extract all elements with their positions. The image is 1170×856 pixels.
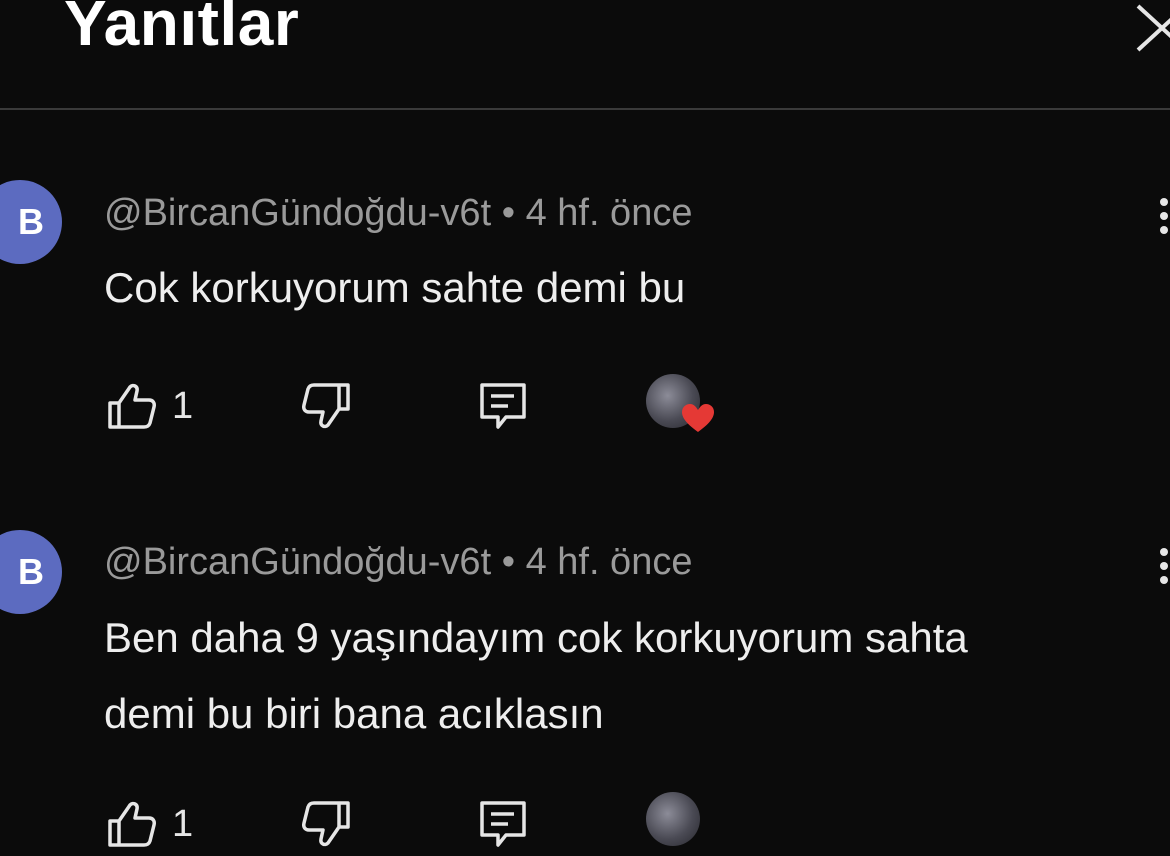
comment-time: 4 hf. önce: [525, 541, 693, 583]
more-vert-icon: [1152, 548, 1170, 584]
avatar[interactable]: B: [0, 180, 62, 264]
thumbs-down-icon: [302, 801, 350, 847]
like-button[interactable]: 1: [104, 796, 193, 852]
reply-icon: [480, 801, 526, 847]
author-name[interactable]: @BircanGündoğdu-v6t: [104, 192, 491, 234]
creator-heart: [646, 792, 706, 852]
reply-button[interactable]: [476, 378, 530, 434]
close-button[interactable]: [1130, 0, 1170, 56]
replies-header: Yanıtlar: [0, 0, 1170, 110]
page-title: Yanıtlar: [64, 0, 300, 59]
comment-text: Ben daha 9 yaşındayım cok korkuyorum sah…: [104, 614, 968, 737]
creator-avatar: [646, 792, 700, 846]
creator-heart: [646, 374, 714, 434]
comment-text: Cok korkuyorum sahte demi bu: [104, 264, 686, 311]
author-name[interactable]: @BircanGündoğdu-v6t: [104, 541, 491, 583]
more-options-button[interactable]: [1152, 198, 1170, 248]
thumbs-down-icon: [302, 383, 350, 429]
comment-meta: @BircanGündoğdu-v6t • 4 hf. önce: [104, 541, 692, 584]
thumbs-up-icon: [108, 801, 156, 847]
comment-meta: @BircanGündoğdu-v6t • 4 hf. önce: [104, 192, 692, 235]
close-icon: [1136, 4, 1170, 52]
dislike-button[interactable]: [300, 378, 354, 434]
reply-button[interactable]: [476, 796, 530, 852]
like-count: 1: [172, 384, 194, 427]
thumbs-up-icon: [108, 383, 156, 429]
comment-actions: 1: [104, 374, 804, 438]
dislike-button[interactable]: [300, 796, 354, 852]
avatar[interactable]: B: [0, 530, 62, 614]
meta-separator: •: [501, 541, 515, 583]
like-button[interactable]: 1: [104, 378, 193, 434]
more-options-button[interactable]: [1152, 548, 1170, 598]
comment-actions: 1: [104, 792, 804, 856]
reply-icon: [480, 383, 526, 429]
creator-heart-icon: [682, 404, 714, 432]
more-vert-icon: [1152, 198, 1170, 234]
like-count: 1: [172, 802, 194, 845]
meta-separator: •: [501, 192, 515, 234]
comment-time: 4 hf. önce: [525, 192, 693, 234]
